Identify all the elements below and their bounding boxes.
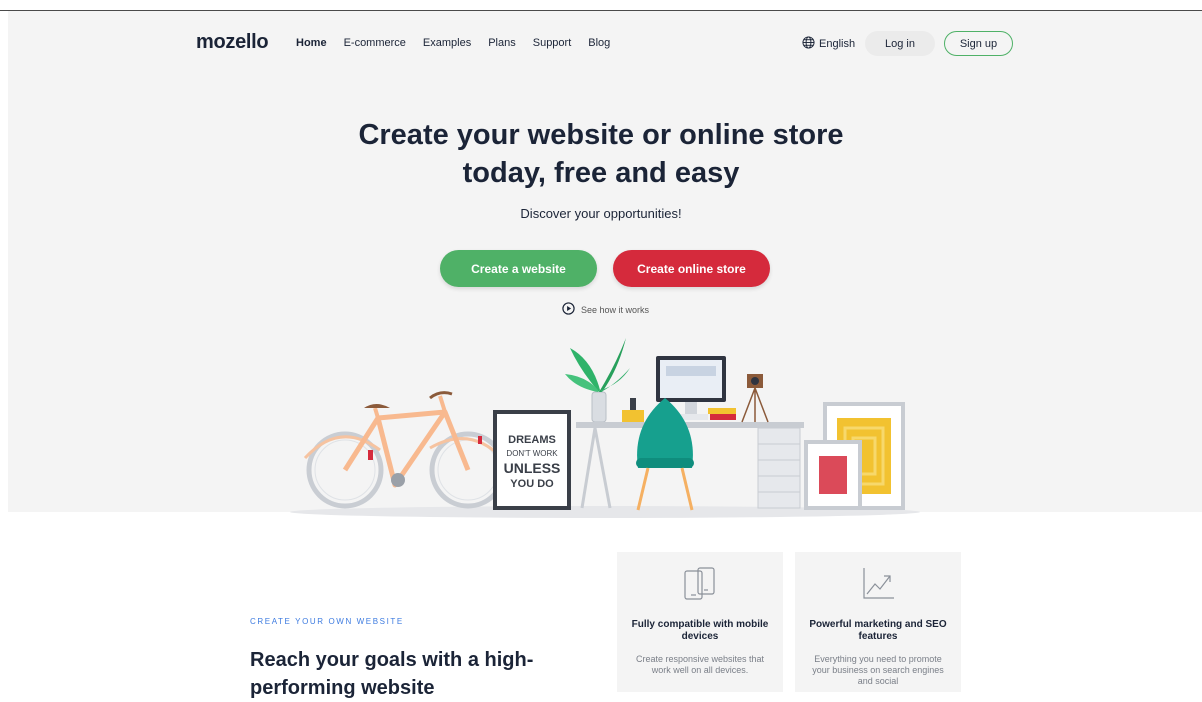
bicycle-illustration [303,391,507,509]
hero-illustration: DREAMS DON'T WORK UNLESS YOU DO [290,338,920,518]
wall-pictures [804,402,905,510]
create-website-button[interactable]: Create a website [440,250,597,287]
hero-title-line-2: today, free and easy [462,157,740,189]
logo[interactable]: mozello [196,31,269,54]
feature-desc-marketing: Everything you need to promote your busi… [812,654,944,686]
section-eyebrow: CREATE YOUR OWN WEBSITE [250,617,404,626]
login-button[interactable]: Log in [865,31,935,56]
main-nav: Home E-commerce Examples Plans Support B… [296,37,627,49]
see-how-it-works-link[interactable]: See how it works [562,302,649,317]
frame-line-1: DREAMS [508,434,556,446]
section-heading: Reach your goals with a high-performing … [250,649,534,699]
feature-card-mobile: Fully compatible with mobile devices Cre… [617,552,783,692]
create-store-button[interactable]: Create online store [613,250,770,287]
feature-desc-mobile: Create responsive websites that work wel… [635,654,765,675]
feature-title-mobile: Fully compatible with mobile devices [631,619,769,642]
hero-title-line-1: Create your website or online store [358,119,844,151]
nav-home[interactable]: Home [296,37,327,49]
nav-plans[interactable]: Plans [488,37,516,49]
nav-blog[interactable]: Blog [588,37,610,49]
hero-title: Create your website or online store toda… [0,116,1202,192]
language-label: English [819,38,856,50]
frame-line-4: YOU DO [510,478,554,490]
nav-support[interactable]: Support [533,37,572,49]
mobile-devices-icon [617,564,783,604]
globe-icon [802,36,815,52]
feature-title-marketing: Powerful marketing and SEO features [809,619,947,642]
motivational-frame: DREAMS DON'T WORK UNLESS YOU DO [493,410,571,510]
see-how-it-works-label: See how it works [581,304,650,315]
signup-button[interactable]: Sign up [944,31,1013,56]
language-selector[interactable]: English [802,36,855,52]
frame-line-3: UNLESS [504,460,561,476]
frame-line-2: DON'T WORK [506,449,558,458]
play-circle-icon [562,302,575,317]
feature-card-marketing: Powerful marketing and SEO features Ever… [795,552,961,692]
hero-subtitle: Discover your opportunities! [520,206,682,221]
nav-examples[interactable]: Examples [423,37,471,49]
nav-ecommerce[interactable]: E-commerce [344,37,406,49]
chart-growth-icon [795,564,961,604]
plant-illustration [565,338,630,423]
